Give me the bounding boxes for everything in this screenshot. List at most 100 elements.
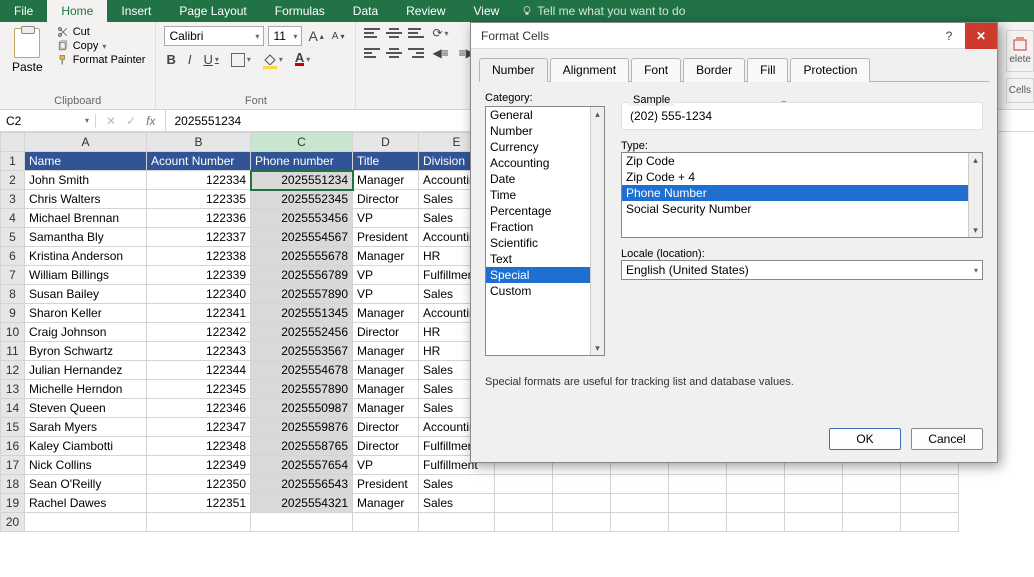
cell[interactable]: 122343 bbox=[147, 342, 251, 361]
category-item[interactable]: Text bbox=[486, 251, 604, 267]
tab-data[interactable]: Data bbox=[339, 0, 392, 22]
cell[interactable] bbox=[553, 494, 611, 513]
cell[interactable]: 2025550987 bbox=[251, 399, 353, 418]
cell[interactable]: John Smith bbox=[25, 171, 147, 190]
dlg-tab-alignment[interactable]: Alignment bbox=[550, 58, 629, 82]
cell[interactable] bbox=[611, 475, 669, 494]
ok-button[interactable]: OK bbox=[829, 428, 901, 450]
cell[interactable]: 2025553567 bbox=[251, 342, 353, 361]
align-right-button[interactable] bbox=[408, 46, 424, 60]
tab-page-layout[interactable]: Page Layout bbox=[165, 0, 260, 22]
cell[interactable]: 122347 bbox=[147, 418, 251, 437]
cell[interactable]: Craig Johnson bbox=[25, 323, 147, 342]
row-header[interactable]: 2 bbox=[1, 171, 25, 190]
category-scrollbar[interactable]: ▴ ▾ bbox=[590, 107, 604, 355]
cell[interactable] bbox=[553, 475, 611, 494]
scroll-up-icon[interactable]: ▴ bbox=[591, 107, 604, 121]
cell[interactable]: 2025556789 bbox=[251, 266, 353, 285]
table-row[interactable]: 20 bbox=[1, 513, 959, 532]
category-item[interactable]: Number bbox=[486, 123, 604, 139]
row-header[interactable]: 20 bbox=[1, 513, 25, 532]
locale-select[interactable]: English (United States) ▾ bbox=[621, 260, 983, 280]
tell-me[interactable]: Tell me what you want to do bbox=[521, 0, 685, 22]
font-size-select[interactable]: 11▾ bbox=[268, 26, 302, 46]
row-header[interactable]: 16 bbox=[1, 437, 25, 456]
name-box[interactable]: C2 ▾ bbox=[0, 114, 96, 128]
cell[interactable]: Kaley Ciambotti bbox=[25, 437, 147, 456]
row-header[interactable]: 17 bbox=[1, 456, 25, 475]
category-item[interactable]: Date bbox=[486, 171, 604, 187]
fill-color-button[interactable]: ▾ bbox=[261, 53, 285, 67]
category-item[interactable]: Special bbox=[486, 267, 604, 283]
cell[interactable]: Susan Bailey bbox=[25, 285, 147, 304]
row-header[interactable]: 6 bbox=[1, 247, 25, 266]
cell[interactable]: 122339 bbox=[147, 266, 251, 285]
cell[interactable]: Manager bbox=[353, 380, 419, 399]
align-left-button[interactable] bbox=[364, 46, 380, 60]
cell[interactable] bbox=[901, 475, 959, 494]
category-item[interactable]: Custom bbox=[486, 283, 604, 299]
category-item[interactable]: General bbox=[486, 107, 604, 123]
underline-button[interactable]: U▾ bbox=[201, 52, 220, 67]
cell[interactable]: Director bbox=[353, 190, 419, 209]
cell[interactable] bbox=[495, 513, 553, 532]
row-header[interactable]: 15 bbox=[1, 418, 25, 437]
cell[interactable] bbox=[611, 513, 669, 532]
cell[interactable]: Manager bbox=[353, 171, 419, 190]
cell[interactable]: 2025553456 bbox=[251, 209, 353, 228]
cell[interactable]: VP bbox=[353, 266, 419, 285]
copy-button[interactable]: Copy ▾ bbox=[55, 40, 148, 52]
cell[interactable]: 122341 bbox=[147, 304, 251, 323]
cell[interactable]: Manager bbox=[353, 342, 419, 361]
cell[interactable]: 122344 bbox=[147, 361, 251, 380]
cell[interactable]: Director bbox=[353, 418, 419, 437]
cell[interactable]: Sean O'Reilly bbox=[25, 475, 147, 494]
row-header[interactable]: 8 bbox=[1, 285, 25, 304]
dlg-tab-number[interactable]: Number bbox=[479, 58, 548, 82]
cell[interactable]: Acount Number bbox=[147, 152, 251, 171]
font-name-select[interactable]: Calibri▾ bbox=[164, 26, 264, 46]
cell[interactable]: Manager bbox=[353, 399, 419, 418]
cell[interactable]: 122340 bbox=[147, 285, 251, 304]
cell[interactable] bbox=[669, 513, 727, 532]
select-all-corner[interactable] bbox=[1, 133, 25, 152]
row-header[interactable]: 18 bbox=[1, 475, 25, 494]
scroll-up-icon[interactable]: ▴ bbox=[969, 153, 982, 167]
cell[interactable]: 2025559876 bbox=[251, 418, 353, 437]
row-header[interactable]: 9 bbox=[1, 304, 25, 323]
type-listbox[interactable]: Zip CodeZip Code + 4Phone NumberSocial S… bbox=[621, 152, 983, 238]
cell[interactable]: 2025554321 bbox=[251, 494, 353, 513]
row-header[interactable]: 14 bbox=[1, 399, 25, 418]
cell[interactable] bbox=[727, 475, 785, 494]
cell[interactable]: Sales bbox=[419, 475, 495, 494]
cell[interactable]: 122350 bbox=[147, 475, 251, 494]
dialog-titlebar[interactable]: Format Cells ? ✕ bbox=[471, 23, 997, 49]
row-header[interactable]: 13 bbox=[1, 380, 25, 399]
cell[interactable]: Chris Walters bbox=[25, 190, 147, 209]
scroll-down-icon[interactable]: ▾ bbox=[591, 341, 604, 355]
cell[interactable]: President bbox=[353, 228, 419, 247]
tab-insert[interactable]: Insert bbox=[107, 0, 165, 22]
cell[interactable]: Sales bbox=[419, 494, 495, 513]
type-item[interactable]: Zip Code bbox=[622, 153, 982, 169]
cell[interactable]: 122345 bbox=[147, 380, 251, 399]
cell[interactable]: Manager bbox=[353, 247, 419, 266]
cell[interactable] bbox=[669, 494, 727, 513]
col-header-D[interactable]: D bbox=[353, 133, 419, 152]
cell[interactable]: Title bbox=[353, 152, 419, 171]
align-top-button[interactable] bbox=[364, 26, 380, 40]
format-painter-button[interactable]: Format Painter bbox=[55, 54, 148, 66]
cell[interactable] bbox=[495, 475, 553, 494]
row-header[interactable]: 7 bbox=[1, 266, 25, 285]
align-center-button[interactable] bbox=[386, 46, 402, 60]
col-header-B[interactable]: B bbox=[147, 133, 251, 152]
cell[interactable]: 2025551234 bbox=[251, 171, 353, 190]
cell[interactable]: Director bbox=[353, 323, 419, 342]
cell[interactable]: President bbox=[353, 475, 419, 494]
cell[interactable] bbox=[843, 494, 901, 513]
cell[interactable]: 122335 bbox=[147, 190, 251, 209]
col-header-A[interactable]: A bbox=[25, 133, 147, 152]
table-row[interactable]: 18Sean O'Reilly1223502025556543President… bbox=[1, 475, 959, 494]
row-header[interactable]: 1 bbox=[1, 152, 25, 171]
increase-font-button[interactable]: A▴ bbox=[306, 28, 325, 44]
